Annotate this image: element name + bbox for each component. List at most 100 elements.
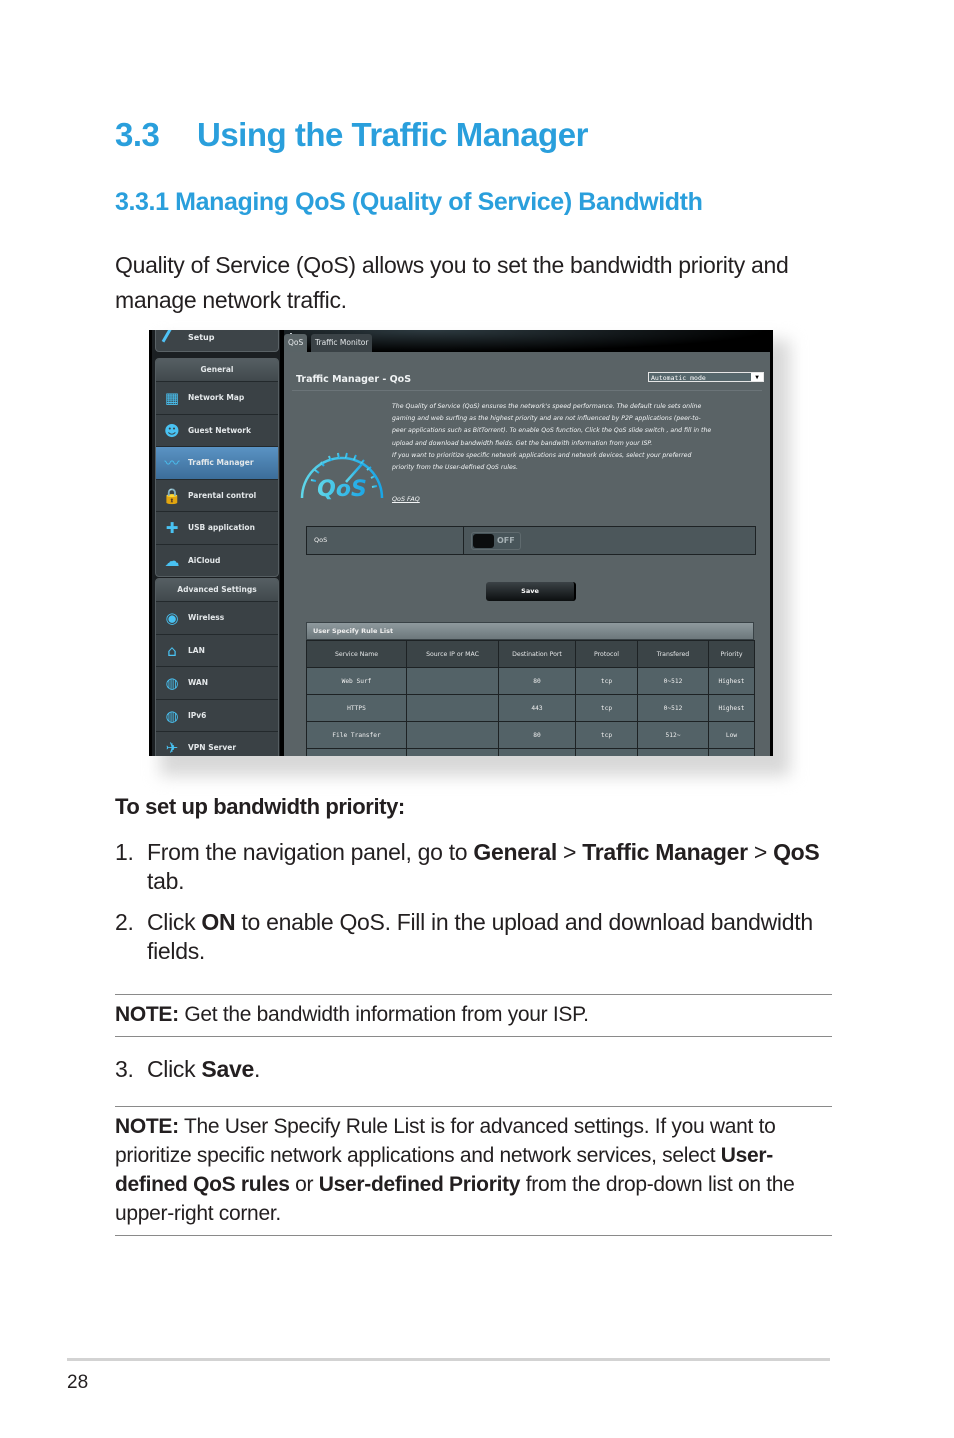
- sidebar-item-label: Network Map: [188, 393, 245, 402]
- divider: [292, 390, 762, 391]
- tab-qos[interactable]: QoS: [284, 334, 308, 354]
- home-icon: ⌂: [167, 641, 177, 660]
- gauge-label: QoS: [317, 477, 367, 502]
- rule-list: User Specify Rule List Service Name Sourc…: [306, 622, 755, 756]
- traffic-manager-icon: 〰: [164, 454, 180, 472]
- table-cell: 80: [498, 667, 576, 695]
- sidebar-item-parental-control[interactable]: 🔒 Parental control: [156, 478, 278, 512]
- sidebar-item-label: IPv6: [188, 710, 207, 720]
- column-header: Transfered: [637, 640, 709, 668]
- text: Click: [147, 1056, 202, 1082]
- table-cell: 443: [498, 748, 576, 756]
- note-text: Get the bandwidth information from your …: [178, 1003, 589, 1026]
- table-cell: 512~: [637, 721, 709, 749]
- table-row[interactable]: HTTPS 443 tcp 0~512 Highest: [306, 694, 755, 722]
- table-cell: Highest: [708, 667, 755, 695]
- mode-select[interactable]: Automatic mode ▼: [648, 372, 764, 382]
- sidebar-item-wireless[interactable]: ◉ Wireless: [156, 601, 278, 634]
- table-cell: [406, 721, 499, 749]
- bold-text: ON: [201, 909, 236, 935]
- bold-text: General: [473, 839, 557, 865]
- table-cell: Low: [708, 748, 755, 756]
- sidebar-item-network-map[interactable]: ▦ Network Map: [156, 381, 278, 414]
- section-heading: 3.3 Using the Traffic Manager: [115, 116, 588, 154]
- table-row[interactable]: File Transfer 443tcp512~Low: [306, 748, 755, 756]
- column-header: Source IP or MAC: [406, 640, 499, 668]
- sidebar-item-aicloud[interactable]: ☁ AiCloud: [156, 543, 278, 577]
- sidebar-item-vpn-server[interactable]: ✈ VPN Server: [156, 731, 278, 756]
- qos-panel: Traffic Manager - QoS Automatic mode ▼ Qo…: [284, 352, 770, 756]
- table-cell: File Transfer: [306, 748, 407, 756]
- intro-paragraph: Quality of Service (QoS) allows you to s…: [115, 252, 789, 313]
- sidebar-item-label: Parental control: [188, 490, 257, 500]
- column-header: Destination Port: [498, 640, 576, 668]
- tab-traffic-monitor[interactable]: Traffic Monitor: [311, 334, 373, 354]
- table-cell: 0~512: [637, 694, 709, 722]
- sidebar-item-ipv6[interactable]: ◍ IPv6: [156, 698, 278, 732]
- ipv6-globe-icon: ◍: [165, 706, 179, 725]
- text: Click: [147, 909, 202, 935]
- qos-toggle[interactable]: OFF: [471, 532, 521, 550]
- table-cell: tcp: [575, 748, 638, 756]
- rule-table: Service Name Source IP or MAC Destination …: [306, 640, 755, 756]
- sidebar-item-lan[interactable]: ⌂ LAN: [156, 633, 278, 667]
- bold-text: User-defined Priority: [318, 1173, 521, 1196]
- mode-select-value: Automatic mode: [651, 374, 706, 382]
- lock-icon: 🔒: [162, 486, 182, 505]
- section-number: 3.3: [115, 116, 160, 153]
- table-cell: [406, 667, 499, 695]
- qos-faq-link[interactable]: QoS FAQ: [392, 495, 420, 503]
- text: or: [289, 1173, 319, 1196]
- note-1: NOTE: Get the bandwidth information from…: [115, 1000, 830, 1029]
- table-row[interactable]: File Transfer 80 tcp 512~ Low: [306, 721, 755, 749]
- nav-sidebar: Setup General ▦ Network Map ☻ Guest Network…: [152, 330, 280, 756]
- sidebar-item-label: Traffic Manager: [188, 458, 254, 467]
- general-header: General: [156, 359, 278, 381]
- table-cell: 512~: [637, 748, 709, 756]
- qos-gauge-icon: QoS: [300, 452, 384, 502]
- globe-icon: ◍: [165, 674, 179, 692]
- qos-description: The Quality of Service (QoS) ensures the…: [392, 401, 712, 474]
- rule-list-title: User Specify Rule List: [306, 622, 754, 640]
- column-header: Priority: [708, 640, 755, 668]
- bold-text: NOTE:: [115, 1115, 179, 1138]
- sidebar-item-label: VPN Server: [188, 743, 237, 752]
- save-button[interactable]: Save: [486, 582, 576, 601]
- panel-title: Traffic Manager - QoS: [296, 374, 412, 385]
- table-cell: tcp: [575, 721, 638, 749]
- vpn-icon: ✈: [165, 739, 179, 756]
- column-header: Protocol: [575, 640, 638, 668]
- note-divider: [115, 994, 832, 995]
- table-cell: 0~512: [637, 667, 709, 695]
- sidebar-item-label: USB application: [188, 523, 255, 532]
- toggle-knob: [473, 534, 494, 548]
- table-cell: [406, 694, 499, 722]
- quick-setup-button[interactable]: Setup: [155, 330, 279, 352]
- sidebar-item-guest-network[interactable]: ☻ Guest Network: [156, 413, 278, 447]
- description-text-2: If you want to prioritize specific netwo…: [392, 451, 692, 472]
- procedure-title: To set up bandwidth priority:: [115, 794, 405, 819]
- general-group: General ▦ Network Map ☻ Guest Network 〰 Traff…: [155, 358, 279, 577]
- network-map-icon: ▦: [164, 389, 180, 407]
- text: .: [253, 1056, 261, 1082]
- bold-text: Traffic Manager: [582, 839, 748, 865]
- note-divider: [115, 1106, 832, 1107]
- guest-network-icon: ☻: [164, 421, 180, 440]
- table-cell: Web Surf: [306, 667, 407, 695]
- sidebar-item-label: LAN: [188, 645, 205, 655]
- footer-rule: [67, 1358, 830, 1361]
- sidebar-item-wan[interactable]: ◍ WAN: [156, 666, 278, 699]
- sidebar-item-label: WAN: [188, 678, 209, 687]
- table-row[interactable]: Web Surf 80 tcp 0~512 Highest: [306, 667, 755, 695]
- note-divider: [115, 1036, 832, 1037]
- setup-label: Setup: [188, 333, 215, 342]
- note-divider: [115, 1235, 832, 1236]
- table-cell: File Transfer: [306, 721, 407, 749]
- column-header: Service Name: [306, 640, 407, 668]
- sidebar-item-traffic-manager[interactable]: 〰 Traffic Manager: [156, 446, 278, 479]
- sidebar-item-usb-application[interactable]: ✚ USB application: [156, 511, 278, 544]
- text: The User Specify Rule List is for advanc…: [115, 1115, 776, 1167]
- note-2: NOTE: The User Specify Rule List is for …: [115, 1112, 830, 1228]
- note-label: NOTE:: [115, 1003, 179, 1026]
- top-strip: QoS Traffic Monitor: [284, 330, 770, 354]
